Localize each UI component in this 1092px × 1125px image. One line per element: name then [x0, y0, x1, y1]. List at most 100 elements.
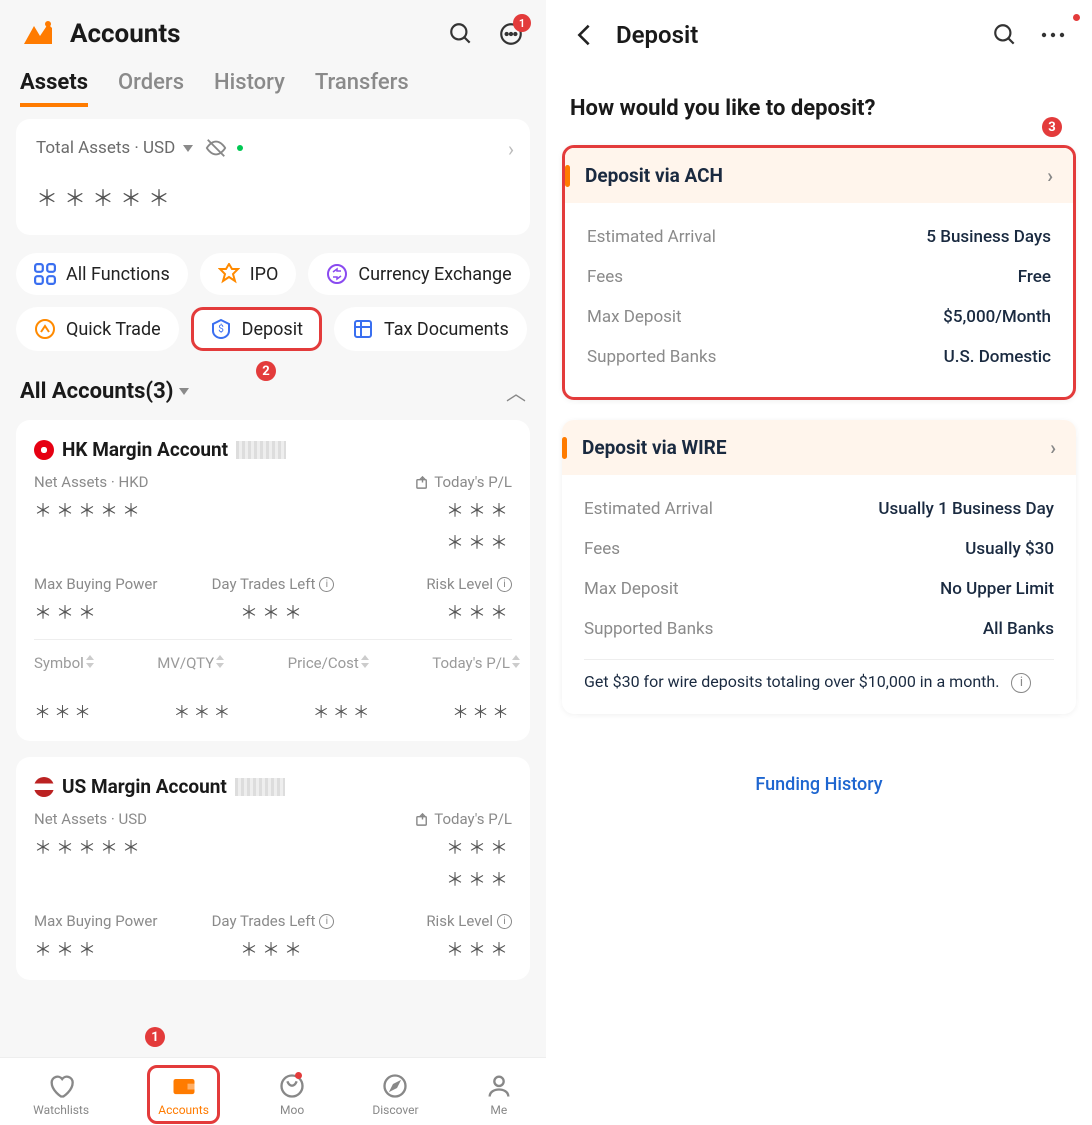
search-icon[interactable]: [990, 20, 1020, 50]
nav-me[interactable]: Me: [477, 1068, 521, 1121]
divider: [584, 659, 1054, 660]
tab-transfers[interactable]: Transfers: [315, 70, 409, 107]
metric-value: ＊＊＊: [353, 936, 512, 962]
deposit-icon: $: [210, 318, 232, 340]
svg-text:$: $: [218, 322, 224, 335]
chip-deposit[interactable]: $ Deposit: [191, 307, 322, 351]
deposit-row-value: $5,000/Month: [943, 307, 1051, 327]
deposit-question: How would you like to deposit?: [546, 66, 1092, 145]
metric-label: Max Buying Power: [34, 575, 157, 593]
messages-badge: 1: [513, 14, 531, 32]
deposit-row-label: Supported Banks: [584, 619, 713, 639]
metric-value: ＊＊＊: [34, 599, 193, 625]
deposit-row-label: Max Deposit: [584, 579, 679, 599]
section-tabs: Assets Orders History Transfers: [0, 64, 546, 107]
nav-accounts[interactable]: Accounts: [147, 1065, 220, 1124]
net-assets-label: Net Assets · HKD: [34, 473, 148, 491]
messages-icon[interactable]: 1: [496, 19, 526, 49]
account-card-hk[interactable]: HK Margin Account Net Assets · HKD ＊＊＊＊＊…: [16, 420, 530, 741]
share-icon[interactable]: [415, 475, 430, 490]
chip-tax-documents[interactable]: Tax Documents: [334, 307, 527, 351]
holdings-table-header: Symbol MV/QTY Price/Cost Today's P/L: [34, 654, 512, 672]
ipo-icon: [218, 263, 240, 285]
holdings-table-row: ＊＊＊ ＊＊＊ ＊＊＊ ＊＊＊: [34, 698, 512, 723]
pl-value-1: ＊＊＊: [415, 834, 512, 860]
nav-moo[interactable]: Moo: [270, 1068, 314, 1121]
info-icon[interactable]: i: [497, 577, 512, 592]
search-icon[interactable]: [446, 19, 476, 49]
app-logo-icon: [20, 16, 56, 52]
function-chips-row-1: All Functions IPO Currency Exchange: [0, 253, 546, 307]
chip-label: Quick Trade: [66, 319, 161, 340]
th-pricecost[interactable]: Price/Cost: [288, 654, 361, 672]
net-assets-value: ＊＊＊＊＊: [34, 834, 147, 860]
deposit-method-header[interactable]: Deposit via ACH ›: [565, 148, 1073, 203]
notification-dot: [1073, 14, 1080, 21]
deposit-row-label: Supported Banks: [587, 347, 716, 367]
deposit-header: Deposit: [546, 0, 1092, 66]
deposit-method-header[interactable]: Deposit via WIRE ›: [562, 420, 1076, 475]
chip-label: All Functions: [66, 264, 170, 285]
total-assets-card[interactable]: Total Assets · USD › ＊＊＊＊＊: [16, 119, 530, 235]
metric-value: ＊＊＊: [193, 599, 352, 625]
metric-label: Day Trades Left: [212, 912, 316, 930]
exchange-icon: [326, 263, 348, 285]
th-mvqty[interactable]: MV/QTY: [157, 654, 216, 672]
th-pl[interactable]: Today's P/L: [432, 654, 512, 672]
moo-icon: [278, 1072, 306, 1100]
bottom-nav: Watchlists Accounts Moo Discover Me: [0, 1057, 546, 1125]
deposit-row-value: All Banks: [983, 619, 1054, 639]
deposit-method-title: Deposit via ACH: [585, 164, 723, 187]
deposit-row-label: Fees: [587, 267, 623, 287]
tab-assets[interactable]: Assets: [20, 70, 88, 107]
collapse-caret-icon[interactable]: ︿: [506, 377, 526, 406]
chip-label: Deposit: [242, 319, 303, 340]
eye-off-icon[interactable]: [205, 137, 227, 159]
tab-history[interactable]: History: [214, 70, 285, 107]
compass-icon: [381, 1072, 409, 1100]
heart-icon: [47, 1072, 75, 1100]
chip-all-functions[interactable]: All Functions: [16, 253, 188, 295]
chip-label: Tax Documents: [384, 319, 509, 340]
flag-us-icon: [34, 777, 54, 797]
redacted-account-id: [236, 441, 286, 459]
funding-history-link[interactable]: Funding History: [546, 734, 1092, 835]
account-name: US Margin Account: [62, 775, 227, 798]
back-arrow-icon[interactable]: [570, 21, 598, 49]
info-icon[interactable]: i: [1011, 673, 1031, 693]
pl-label: Today's P/L: [434, 473, 512, 491]
page-title: Deposit: [616, 21, 972, 49]
wallet-icon: [170, 1072, 198, 1100]
deposit-row-value: 5 Business Days: [926, 227, 1051, 247]
info-icon[interactable]: i: [319, 577, 334, 592]
share-icon[interactable]: [415, 812, 430, 827]
currency-caret-icon[interactable]: [183, 145, 193, 152]
more-icon[interactable]: [1038, 20, 1068, 50]
th-symbol[interactable]: Symbol: [34, 654, 86, 672]
deposit-method-ach[interactable]: Deposit via ACH › Estimated Arrival 5 Bus…: [562, 145, 1076, 400]
info-icon[interactable]: i: [497, 914, 512, 929]
connection-status-dot: [237, 145, 243, 151]
nav-discover[interactable]: Discover: [364, 1068, 426, 1121]
grid-icon: [34, 263, 56, 285]
trade-icon: [34, 318, 56, 340]
wire-promo-note: Get $30 for wire deposits totaling over …: [584, 670, 1054, 694]
metric-label: Risk Level: [426, 575, 493, 593]
nav-watchlists[interactable]: Watchlists: [25, 1068, 97, 1121]
deposit-method-wire[interactable]: Deposit via WIRE › Estimated ArrivalUsua…: [562, 420, 1076, 714]
chip-currency-exchange[interactable]: Currency Exchange: [308, 253, 529, 295]
deposit-row-label: Estimated Arrival: [587, 227, 716, 247]
tab-orders[interactable]: Orders: [118, 70, 184, 107]
deposit-row-label: Fees: [584, 539, 620, 559]
chip-ipo[interactable]: IPO: [200, 253, 297, 295]
pl-value-2: ＊＊＊: [415, 529, 512, 555]
chip-quick-trade[interactable]: Quick Trade: [16, 307, 179, 351]
page-title: Accounts: [70, 19, 432, 49]
account-card-us[interactable]: US Margin Account Net Assets · USD ＊＊＊＊＊…: [16, 757, 530, 980]
info-icon[interactable]: i: [319, 914, 334, 929]
deposit-row-value: U.S. Domestic: [944, 347, 1051, 367]
deposit-method-title: Deposit via WIRE: [582, 436, 727, 459]
deposit-row-value: Usually $30: [965, 539, 1054, 559]
total-assets-value: ＊＊＊＊＊: [36, 181, 510, 213]
callout-2: 2: [256, 361, 276, 381]
